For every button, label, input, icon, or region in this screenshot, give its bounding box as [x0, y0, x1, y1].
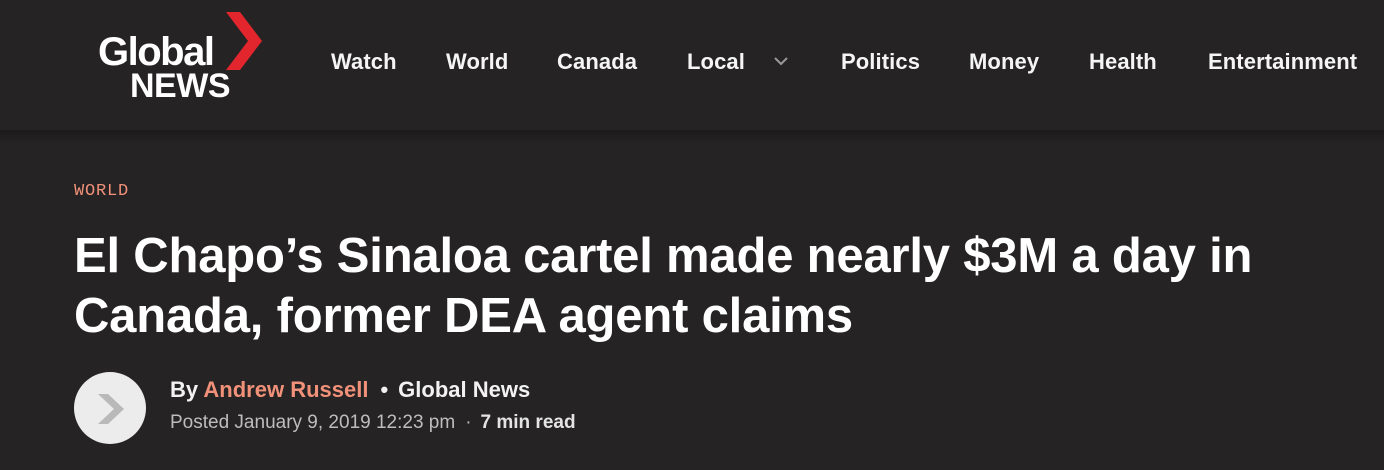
article-headline: El Chapo’s Sinaloa cartel made nearly $3… — [74, 229, 1253, 343]
author-link[interactable]: Andrew Russell — [203, 377, 368, 402]
nav-item-local[interactable]: Local — [687, 44, 745, 80]
nav-item-canada[interactable]: Canada — [557, 44, 637, 80]
nav-item-entertainment[interactable]: Entertainment — [1208, 44, 1357, 80]
category-link[interactable]: WORLD — [74, 182, 129, 201]
nav-item-watch[interactable]: Watch — [331, 44, 397, 80]
article-meta: Posted January 9, 2019 12:23 pm · 7 min re… — [170, 410, 576, 436]
header-divider — [0, 130, 1384, 144]
byline: By Andrew Russell • Global News — [170, 376, 530, 404]
posted-date: Posted January 9, 2019 12:23 pm — [170, 412, 456, 433]
global-chevron-icon — [98, 394, 124, 424]
nav-item-money[interactable]: Money — [969, 44, 1039, 80]
nav-item-health[interactable]: Health — [1089, 44, 1157, 80]
nav-item-world[interactable]: World — [446, 44, 508, 80]
author-avatar[interactable] — [74, 372, 146, 444]
byline-prefix: By — [170, 377, 199, 402]
nav-item-politics[interactable]: Politics — [841, 44, 920, 80]
byline-separator: • — [380, 377, 389, 402]
meta-separator: · — [465, 412, 472, 433]
main-nav: Watch World Canada Local Politics Money … — [0, 44, 1384, 80]
site-header: Global NEWS Watch World Canada Local Pol… — [0, 0, 1384, 130]
byline-outlet: Global News — [398, 377, 531, 402]
chevron-down-icon[interactable] — [772, 52, 790, 70]
read-time: 7 min read — [480, 412, 576, 433]
